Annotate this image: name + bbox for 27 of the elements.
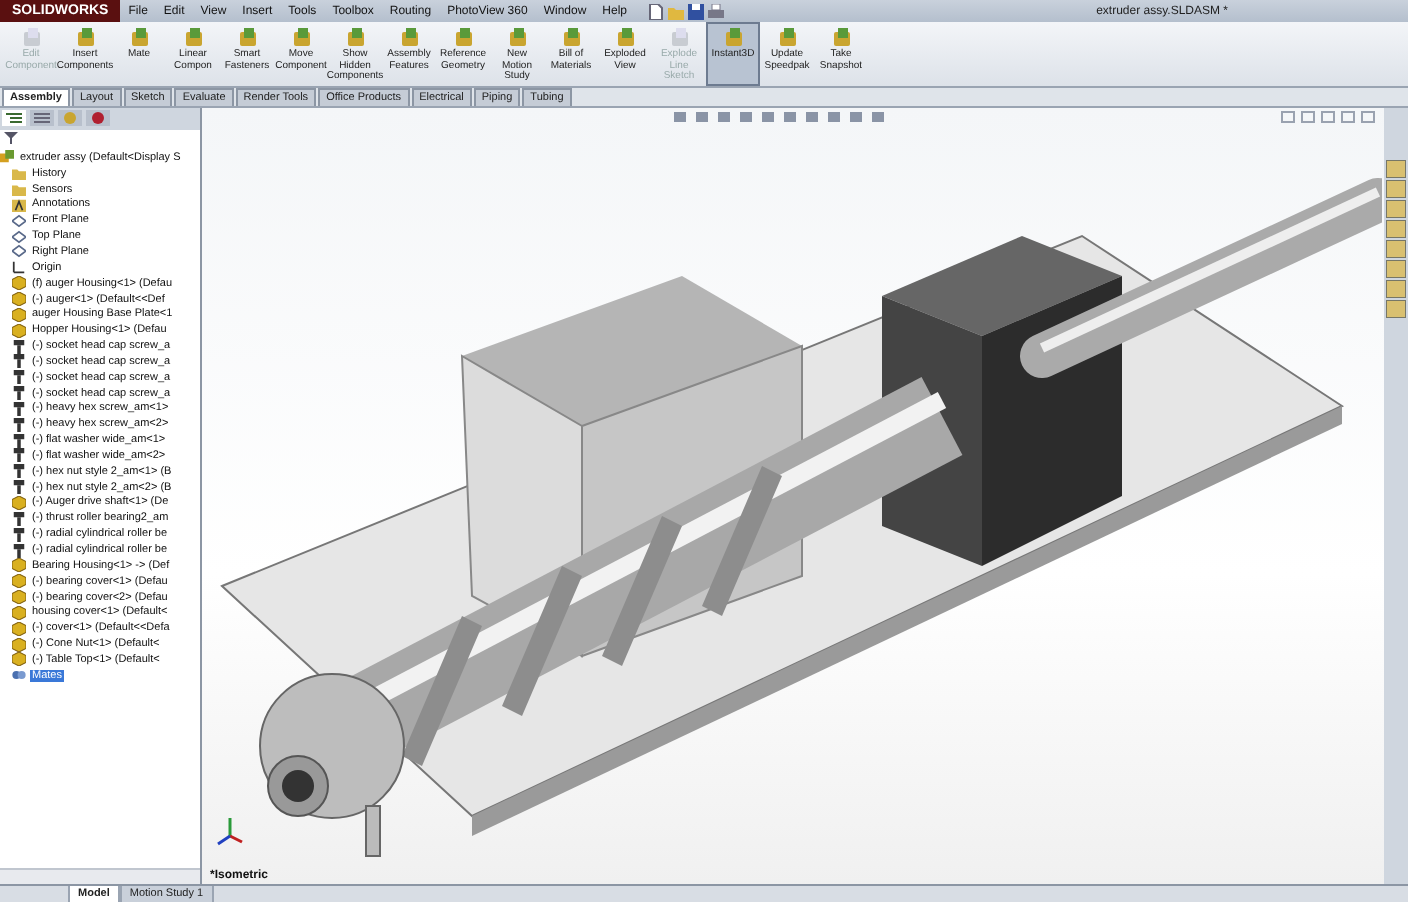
feature-tree-icon[interactable]: [2, 110, 26, 126]
annotation-icon: [12, 197, 26, 212]
part-icon: [12, 495, 26, 510]
tool-icon: [129, 28, 149, 48]
tool-icon: [777, 28, 797, 48]
tool-icon: [507, 28, 527, 48]
assembly-icon: [0, 150, 14, 165]
tool-icon: [669, 28, 689, 48]
mates-icon: [12, 668, 26, 683]
print-icon[interactable]: [707, 3, 724, 19]
tool-icon: [615, 28, 635, 48]
horizontal-scrollbar[interactable]: [0, 868, 200, 884]
tool-icon: [561, 28, 581, 48]
tool-icon: [831, 28, 851, 48]
origin-icon: [12, 260, 26, 275]
tool-icon: [345, 28, 365, 48]
tool-icon: [237, 28, 257, 48]
tool-icon: [291, 28, 311, 48]
tool-icon: [453, 28, 473, 48]
save-icon[interactable]: [687, 3, 704, 19]
tool-icon: [21, 28, 41, 48]
tool-icon: [75, 28, 95, 48]
tool-icon: [183, 28, 203, 48]
axis-triad-icon: [214, 816, 246, 848]
tool-icon: [399, 28, 419, 48]
property-icon[interactable]: [30, 110, 54, 126]
tool-icon: [723, 28, 743, 48]
